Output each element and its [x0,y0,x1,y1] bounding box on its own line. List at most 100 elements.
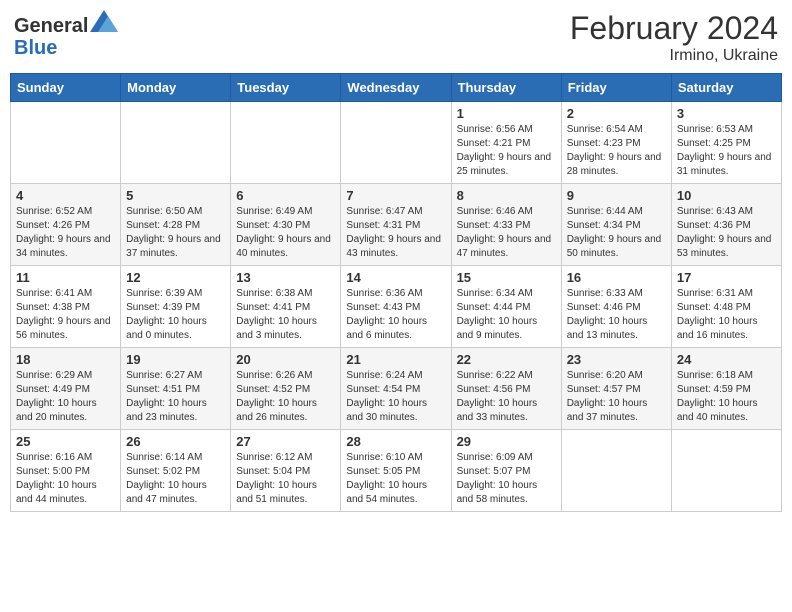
day-info: Sunrise: 6:31 AM Sunset: 4:48 PM Dayligh… [677,287,776,343]
calendar-week-row: 4 Sunrise: 6:52 AM Sunset: 4:26 PM Daylig… [11,184,782,266]
day-number: 19 [126,352,225,367]
subtitle: Irmino, Ukraine [570,47,778,65]
calendar-cell: 28 Sunrise: 6:10 AM Sunset: 5:05 PM Dayli… [341,430,451,512]
calendar-cell: 9Sunrise: 6:44 AM Sunset: 4:34 PM Daylig… [561,184,671,266]
calendar-week-row: 11Sunrise: 6:41 AM Sunset: 4:38 PM Dayli… [11,266,782,348]
calendar-cell [11,102,121,184]
day-header-thursday: Thursday [451,74,561,102]
main-title: February 2024 [570,10,778,47]
day-info: Sunrise: 6:26 AM Sunset: 4:52 PM Dayligh… [236,369,335,425]
day-number: 24 [677,352,776,367]
calendar-cell: 19Sunrise: 6:27 AM Sunset: 4:51 PM Dayli… [121,348,231,430]
day-info: Sunrise: 6:46 AM Sunset: 4:33 PM Dayligh… [457,205,556,261]
day-info: Sunrise: 6:38 AM Sunset: 4:41 PM Dayligh… [236,287,335,343]
day-info: Sunrise: 6:47 AM Sunset: 4:31 PM Dayligh… [346,205,445,261]
page-header: General Blue February 2024 Irmino, Ukrai… [10,10,782,65]
day-number: 15 [457,270,556,285]
calendar-cell: 14Sunrise: 6:36 AM Sunset: 4:43 PM Dayli… [341,266,451,348]
calendar-cell: 4 Sunrise: 6:52 AM Sunset: 4:26 PM Daylig… [11,184,121,266]
day-header-monday: Monday [121,74,231,102]
logo: General Blue [14,10,118,59]
calendar-cell: 18Sunrise: 6:29 AM Sunset: 4:49 PM Dayli… [11,348,121,430]
day-number: 20 [236,352,335,367]
day-number: 5 [126,188,225,203]
calendar-cell: 2 Sunrise: 6:54 AM Sunset: 4:23 PM Daylig… [561,102,671,184]
day-info: Sunrise: 6:39 AM Sunset: 4:39 PM Dayligh… [126,287,225,343]
calendar-cell [341,102,451,184]
logo-blue-text: Blue [14,37,118,59]
calendar-cell: 7 Sunrise: 6:47 AM Sunset: 4:31 PM Daylig… [341,184,451,266]
day-info: Sunrise: 6:18 AM Sunset: 4:59 PM Dayligh… [677,369,776,425]
calendar-cell [231,102,341,184]
calendar-cell: 24 Sunrise: 6:18 AM Sunset: 4:59 PM Dayli… [671,348,781,430]
day-number: 4 [16,188,115,203]
day-number: 27 [236,434,335,449]
day-number: 2 [567,106,666,121]
calendar-cell: 23 Sunrise: 6:20 AM Sunset: 4:57 PM Dayli… [561,348,671,430]
calendar-cell [561,430,671,512]
calendar-cell [671,430,781,512]
day-header-wednesday: Wednesday [341,74,451,102]
day-number: 3 [677,106,776,121]
calendar-cell: 15Sunrise: 6:34 AM Sunset: 4:44 PM Dayli… [451,266,561,348]
day-info: Sunrise: 6:54 AM Sunset: 4:23 PM Dayligh… [567,123,666,179]
day-number: 29 [457,434,556,449]
calendar-cell: 20 Sunrise: 6:26 AM Sunset: 4:52 PM Dayli… [231,348,341,430]
day-number: 13 [236,270,335,285]
calendar-cell: 8 Sunrise: 6:46 AM Sunset: 4:33 PM Daylig… [451,184,561,266]
day-number: 28 [346,434,445,449]
day-header-sunday: Sunday [11,74,121,102]
day-info: Sunrise: 6:24 AM Sunset: 4:54 PM Dayligh… [346,369,445,425]
day-number: 16 [567,270,666,285]
day-number: 7 [346,188,445,203]
day-info: Sunrise: 6:49 AM Sunset: 4:30 PM Dayligh… [236,205,335,261]
day-info: Sunrise: 6:12 AM Sunset: 5:04 PM Dayligh… [236,451,335,507]
day-info: Sunrise: 6:44 AM Sunset: 4:34 PM Dayligh… [567,205,666,261]
calendar-week-row: 25 Sunrise: 6:16 AM Sunset: 5:00 PM Dayli… [11,430,782,512]
calendar-header-row: SundayMondayTuesdayWednesdayThursdayFrid… [11,74,782,102]
day-info: Sunrise: 6:56 AM Sunset: 4:21 PM Dayligh… [457,123,556,179]
day-info: Sunrise: 6:36 AM Sunset: 4:43 PM Dayligh… [346,287,445,343]
day-number: 8 [457,188,556,203]
title-block: February 2024 Irmino, Ukraine [570,10,778,65]
day-info: Sunrise: 6:16 AM Sunset: 5:00 PM Dayligh… [16,451,115,507]
day-info: Sunrise: 6:52 AM Sunset: 4:26 PM Dayligh… [16,205,115,261]
calendar-cell: 11Sunrise: 6:41 AM Sunset: 4:38 PM Dayli… [11,266,121,348]
calendar-cell: 22 Sunrise: 6:22 AM Sunset: 4:56 PM Dayli… [451,348,561,430]
calendar-cell: 1 Sunrise: 6:56 AM Sunset: 4:21 PM Daylig… [451,102,561,184]
day-number: 1 [457,106,556,121]
calendar-cell: 27 Sunrise: 6:12 AM Sunset: 5:04 PM Dayli… [231,430,341,512]
day-header-friday: Friday [561,74,671,102]
calendar-cell: 26 Sunrise: 6:14 AM Sunset: 5:02 PM Dayli… [121,430,231,512]
calendar-table: SundayMondayTuesdayWednesdayThursdayFrid… [10,73,782,512]
day-info: Sunrise: 6:53 AM Sunset: 4:25 PM Dayligh… [677,123,776,179]
day-info: Sunrise: 6:43 AM Sunset: 4:36 PM Dayligh… [677,205,776,261]
calendar-cell: 17Sunrise: 6:31 AM Sunset: 4:48 PM Dayli… [671,266,781,348]
calendar-cell: 21 Sunrise: 6:24 AM Sunset: 4:54 PM Dayli… [341,348,451,430]
day-number: 22 [457,352,556,367]
day-info: Sunrise: 6:33 AM Sunset: 4:46 PM Dayligh… [567,287,666,343]
calendar-cell: 13 Sunrise: 6:38 AM Sunset: 4:41 PM Dayli… [231,266,341,348]
calendar-cell: 10 Sunrise: 6:43 AM Sunset: 4:36 PM Dayli… [671,184,781,266]
calendar-week-row: 18Sunrise: 6:29 AM Sunset: 4:49 PM Dayli… [11,348,782,430]
day-number: 23 [567,352,666,367]
logo-text: General [14,10,118,37]
day-info: Sunrise: 6:22 AM Sunset: 4:56 PM Dayligh… [457,369,556,425]
calendar-cell: 3 Sunrise: 6:53 AM Sunset: 4:25 PM Daylig… [671,102,781,184]
day-number: 26 [126,434,225,449]
day-info: Sunrise: 6:20 AM Sunset: 4:57 PM Dayligh… [567,369,666,425]
calendar-cell: 29Sunrise: 6:09 AM Sunset: 5:07 PM Dayli… [451,430,561,512]
day-info: Sunrise: 6:14 AM Sunset: 5:02 PM Dayligh… [126,451,225,507]
day-info: Sunrise: 6:50 AM Sunset: 4:28 PM Dayligh… [126,205,225,261]
day-number: 25 [16,434,115,449]
logo-icon [90,10,118,32]
calendar-cell: 12Sunrise: 6:39 AM Sunset: 4:39 PM Dayli… [121,266,231,348]
day-info: Sunrise: 6:10 AM Sunset: 5:05 PM Dayligh… [346,451,445,507]
day-number: 10 [677,188,776,203]
day-number: 11 [16,270,115,285]
calendar-cell: 25 Sunrise: 6:16 AM Sunset: 5:00 PM Dayli… [11,430,121,512]
day-header-saturday: Saturday [671,74,781,102]
day-number: 21 [346,352,445,367]
day-number: 18 [16,352,115,367]
day-header-tuesday: Tuesday [231,74,341,102]
